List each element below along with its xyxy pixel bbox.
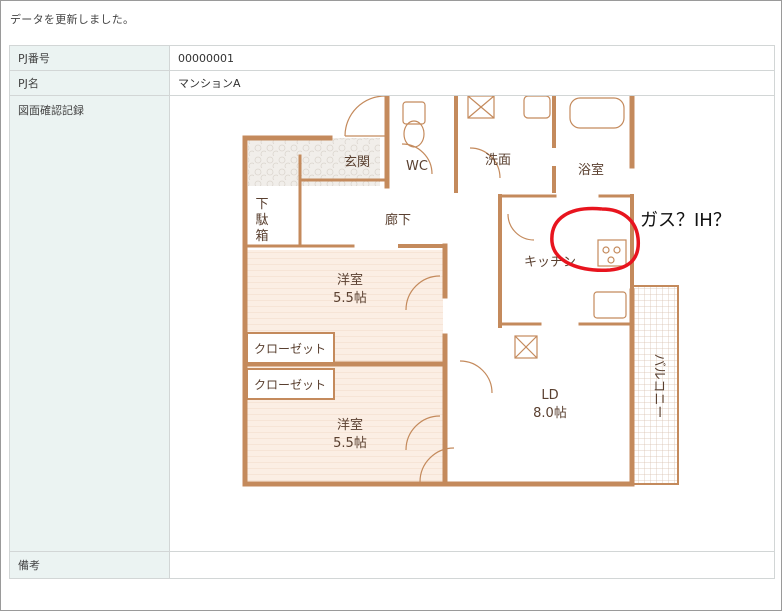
- closet-2-label: クローゼット: [254, 378, 326, 392]
- status-message: データを更新しました。: [10, 13, 135, 26]
- wc-label: WC: [406, 159, 428, 174]
- shoe-box-label-3: 箱: [255, 228, 268, 244]
- bathroom-label: 浴室: [578, 162, 604, 178]
- notes-label: 備考: [9, 551, 170, 579]
- balcony-label: バルコニー: [651, 354, 666, 419]
- row-pj-name: PJ名 マンションA: [9, 70, 775, 96]
- record-form: PJ番号 00000001 PJ名 マンションA 図面確認記録 WC 洗面 浴室…: [9, 45, 775, 579]
- pj-number-label: PJ番号: [9, 45, 170, 71]
- floor-plan-image: WC 洗面 浴室 玄関 下 駄 箱 廊下 キッチン 洋室 5.5帖 洋室 5.5…: [242, 96, 731, 487]
- page-frame: データを更新しました。 PJ番号 00000001 PJ名 マンションA 図面確…: [0, 0, 782, 611]
- annotation-circle: [550, 206, 641, 272]
- drawing-check-label: 図面確認記録: [9, 95, 170, 552]
- ld-label-name: LD: [541, 388, 558, 403]
- shoe-box-label-2: 駄: [255, 213, 268, 228]
- corridor-label: 廊下: [385, 212, 411, 228]
- shoe-box-label-1: 下: [255, 197, 268, 212]
- row-notes: 備考: [9, 551, 775, 579]
- notes-value[interactable]: [169, 551, 775, 579]
- washroom-label: 洗面: [485, 153, 511, 168]
- ld-label-size: 8.0帖: [533, 406, 567, 421]
- pj-name-value: マンションA: [169, 70, 775, 96]
- annotation-text: ガス？IH？: [640, 210, 731, 231]
- drawing-cell: WC 洗面 浴室 玄関 下 駄 箱 廊下 キッチン 洋室 5.5帖 洋室 5.5…: [169, 95, 775, 552]
- row-drawing-check: 図面確認記録 WC 洗面 浴室 玄関 下 駄 箱 廊下 キッチン 洋室 5.5帖…: [9, 95, 775, 552]
- row-pj-number: PJ番号 00000001: [9, 45, 775, 71]
- western-room-1-size: 5.5帖: [333, 291, 367, 306]
- pj-number-value: 00000001: [169, 45, 775, 71]
- pj-name-label: PJ名: [9, 70, 170, 96]
- western-room-1-name: 洋室: [337, 272, 363, 288]
- western-room-2-name: 洋室: [337, 417, 363, 433]
- entrance-label: 玄関: [344, 155, 370, 170]
- western-room-2-size: 5.5帖: [333, 436, 367, 451]
- closet-1-label: クローゼット: [254, 342, 326, 356]
